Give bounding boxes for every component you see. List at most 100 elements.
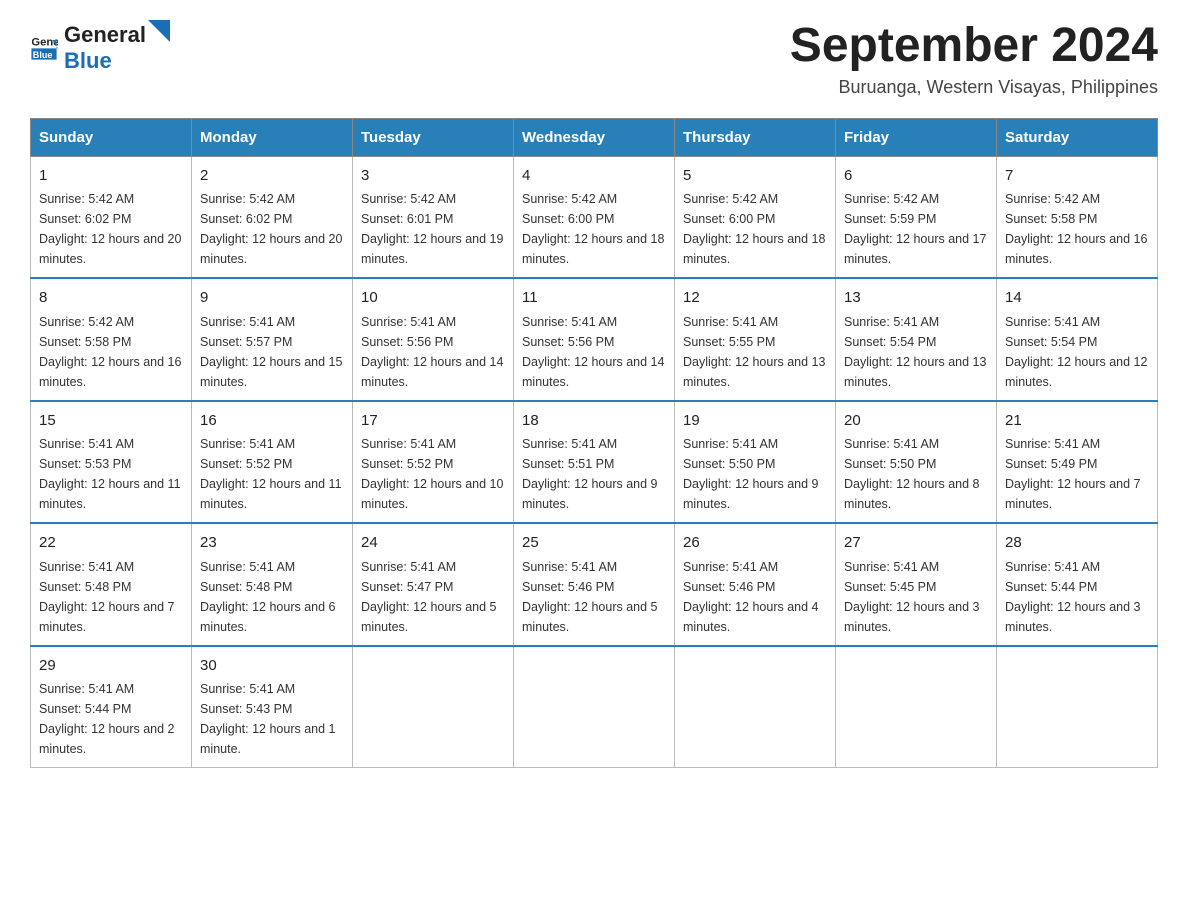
calendar-cell: 10 Sunrise: 5:41 AMSunset: 5:56 PMDaylig… xyxy=(353,278,514,401)
day-info: Sunrise: 5:42 AMSunset: 6:02 PMDaylight:… xyxy=(39,192,181,266)
day-number: 5 xyxy=(683,165,827,188)
day-number: 27 xyxy=(844,532,988,555)
weekday-header-thursday: Thursday xyxy=(675,118,836,156)
calendar-cell: 6 Sunrise: 5:42 AMSunset: 5:59 PMDayligh… xyxy=(836,156,997,278)
calendar-cell: 14 Sunrise: 5:41 AMSunset: 5:54 PMDaylig… xyxy=(997,278,1158,401)
calendar-cell: 28 Sunrise: 5:41 AMSunset: 5:44 PMDaylig… xyxy=(997,523,1158,646)
day-info: Sunrise: 5:41 AMSunset: 5:53 PMDaylight:… xyxy=(39,437,181,511)
calendar-cell xyxy=(353,646,514,768)
day-info: Sunrise: 5:41 AMSunset: 5:48 PMDaylight:… xyxy=(200,560,336,634)
day-number: 16 xyxy=(200,410,344,433)
day-info: Sunrise: 5:42 AMSunset: 6:02 PMDaylight:… xyxy=(200,192,342,266)
calendar-cell: 19 Sunrise: 5:41 AMSunset: 5:50 PMDaylig… xyxy=(675,401,836,524)
calendar-cell: 20 Sunrise: 5:41 AMSunset: 5:50 PMDaylig… xyxy=(836,401,997,524)
day-info: Sunrise: 5:42 AMSunset: 6:00 PMDaylight:… xyxy=(522,192,664,266)
calendar-cell: 26 Sunrise: 5:41 AMSunset: 5:46 PMDaylig… xyxy=(675,523,836,646)
day-number: 7 xyxy=(1005,165,1149,188)
day-number: 3 xyxy=(361,165,505,188)
weekday-header-monday: Monday xyxy=(192,118,353,156)
logo: General Blue General Blue xyxy=(30,20,170,74)
day-number: 19 xyxy=(683,410,827,433)
calendar-cell: 17 Sunrise: 5:41 AMSunset: 5:52 PMDaylig… xyxy=(353,401,514,524)
day-info: Sunrise: 5:42 AMSunset: 5:58 PMDaylight:… xyxy=(1005,192,1147,266)
page-title: September 2024 xyxy=(790,20,1158,73)
day-info: Sunrise: 5:42 AMSunset: 5:58 PMDaylight:… xyxy=(39,315,181,389)
day-number: 18 xyxy=(522,410,666,433)
page-header: General Blue General Blue September 2024… xyxy=(30,20,1158,98)
calendar-cell xyxy=(514,646,675,768)
weekday-header-wednesday: Wednesday xyxy=(514,118,675,156)
calendar-cell: 15 Sunrise: 5:41 AMSunset: 5:53 PMDaylig… xyxy=(31,401,192,524)
calendar-cell: 13 Sunrise: 5:41 AMSunset: 5:54 PMDaylig… xyxy=(836,278,997,401)
page-subtitle: Buruanga, Western Visayas, Philippines xyxy=(790,77,1158,98)
day-number: 11 xyxy=(522,287,666,310)
day-number: 8 xyxy=(39,287,183,310)
day-info: Sunrise: 5:41 AMSunset: 5:52 PMDaylight:… xyxy=(361,437,503,511)
day-info: Sunrise: 5:41 AMSunset: 5:50 PMDaylight:… xyxy=(844,437,980,511)
day-number: 12 xyxy=(683,287,827,310)
calendar-cell xyxy=(997,646,1158,768)
day-info: Sunrise: 5:41 AMSunset: 5:54 PMDaylight:… xyxy=(844,315,986,389)
calendar-cell xyxy=(675,646,836,768)
calendar-cell: 3 Sunrise: 5:42 AMSunset: 6:01 PMDayligh… xyxy=(353,156,514,278)
svg-text:General: General xyxy=(31,37,58,49)
day-info: Sunrise: 5:41 AMSunset: 5:45 PMDaylight:… xyxy=(844,560,980,634)
day-info: Sunrise: 5:41 AMSunset: 5:56 PMDaylight:… xyxy=(522,315,664,389)
logo-icon: General Blue xyxy=(30,33,58,61)
day-number: 17 xyxy=(361,410,505,433)
day-info: Sunrise: 5:42 AMSunset: 5:59 PMDaylight:… xyxy=(844,192,986,266)
weekday-header-sunday: Sunday xyxy=(31,118,192,156)
calendar-cell: 1 Sunrise: 5:42 AMSunset: 6:02 PMDayligh… xyxy=(31,156,192,278)
day-info: Sunrise: 5:41 AMSunset: 5:51 PMDaylight:… xyxy=(522,437,658,511)
calendar-cell: 11 Sunrise: 5:41 AMSunset: 5:56 PMDaylig… xyxy=(514,278,675,401)
day-number: 30 xyxy=(200,655,344,678)
day-number: 1 xyxy=(39,165,183,188)
calendar-cell: 25 Sunrise: 5:41 AMSunset: 5:46 PMDaylig… xyxy=(514,523,675,646)
day-number: 2 xyxy=(200,165,344,188)
day-number: 10 xyxy=(361,287,505,310)
calendar-cell: 22 Sunrise: 5:41 AMSunset: 5:48 PMDaylig… xyxy=(31,523,192,646)
logo-blue-text: Blue xyxy=(64,48,112,73)
day-number: 14 xyxy=(1005,287,1149,310)
day-number: 15 xyxy=(39,410,183,433)
day-info: Sunrise: 5:41 AMSunset: 5:46 PMDaylight:… xyxy=(522,560,658,634)
calendar-cell: 29 Sunrise: 5:41 AMSunset: 5:44 PMDaylig… xyxy=(31,646,192,768)
calendar-table: SundayMondayTuesdayWednesdayThursdayFrid… xyxy=(30,118,1158,769)
calendar-week-row: 1 Sunrise: 5:42 AMSunset: 6:02 PMDayligh… xyxy=(31,156,1158,278)
day-number: 21 xyxy=(1005,410,1149,433)
day-info: Sunrise: 5:41 AMSunset: 5:55 PMDaylight:… xyxy=(683,315,825,389)
day-number: 9 xyxy=(200,287,344,310)
day-info: Sunrise: 5:41 AMSunset: 5:54 PMDaylight:… xyxy=(1005,315,1147,389)
calendar-cell: 30 Sunrise: 5:41 AMSunset: 5:43 PMDaylig… xyxy=(192,646,353,768)
day-info: Sunrise: 5:41 AMSunset: 5:48 PMDaylight:… xyxy=(39,560,175,634)
weekday-header-friday: Friday xyxy=(836,118,997,156)
calendar-cell: 8 Sunrise: 5:42 AMSunset: 5:58 PMDayligh… xyxy=(31,278,192,401)
day-number: 29 xyxy=(39,655,183,678)
calendar-cell: 24 Sunrise: 5:41 AMSunset: 5:47 PMDaylig… xyxy=(353,523,514,646)
weekday-header-tuesday: Tuesday xyxy=(353,118,514,156)
day-info: Sunrise: 5:41 AMSunset: 5:44 PMDaylight:… xyxy=(1005,560,1141,634)
day-number: 28 xyxy=(1005,532,1149,555)
calendar-cell: 23 Sunrise: 5:41 AMSunset: 5:48 PMDaylig… xyxy=(192,523,353,646)
calendar-cell xyxy=(836,646,997,768)
day-info: Sunrise: 5:41 AMSunset: 5:49 PMDaylight:… xyxy=(1005,437,1141,511)
day-info: Sunrise: 5:42 AMSunset: 6:01 PMDaylight:… xyxy=(361,192,503,266)
calendar-cell: 7 Sunrise: 5:42 AMSunset: 5:58 PMDayligh… xyxy=(997,156,1158,278)
day-number: 20 xyxy=(844,410,988,433)
day-number: 13 xyxy=(844,287,988,310)
calendar-cell: 4 Sunrise: 5:42 AMSunset: 6:00 PMDayligh… xyxy=(514,156,675,278)
calendar-week-row: 29 Sunrise: 5:41 AMSunset: 5:44 PMDaylig… xyxy=(31,646,1158,768)
day-info: Sunrise: 5:41 AMSunset: 5:50 PMDaylight:… xyxy=(683,437,819,511)
day-number: 6 xyxy=(844,165,988,188)
day-info: Sunrise: 5:41 AMSunset: 5:43 PMDaylight:… xyxy=(200,682,336,756)
day-number: 24 xyxy=(361,532,505,555)
day-number: 22 xyxy=(39,532,183,555)
weekday-header-saturday: Saturday xyxy=(997,118,1158,156)
calendar-cell: 2 Sunrise: 5:42 AMSunset: 6:02 PMDayligh… xyxy=(192,156,353,278)
logo-triangle-icon xyxy=(148,20,170,42)
day-info: Sunrise: 5:41 AMSunset: 5:56 PMDaylight:… xyxy=(361,315,503,389)
day-info: Sunrise: 5:41 AMSunset: 5:47 PMDaylight:… xyxy=(361,560,497,634)
calendar-cell: 18 Sunrise: 5:41 AMSunset: 5:51 PMDaylig… xyxy=(514,401,675,524)
day-info: Sunrise: 5:41 AMSunset: 5:57 PMDaylight:… xyxy=(200,315,342,389)
day-number: 26 xyxy=(683,532,827,555)
